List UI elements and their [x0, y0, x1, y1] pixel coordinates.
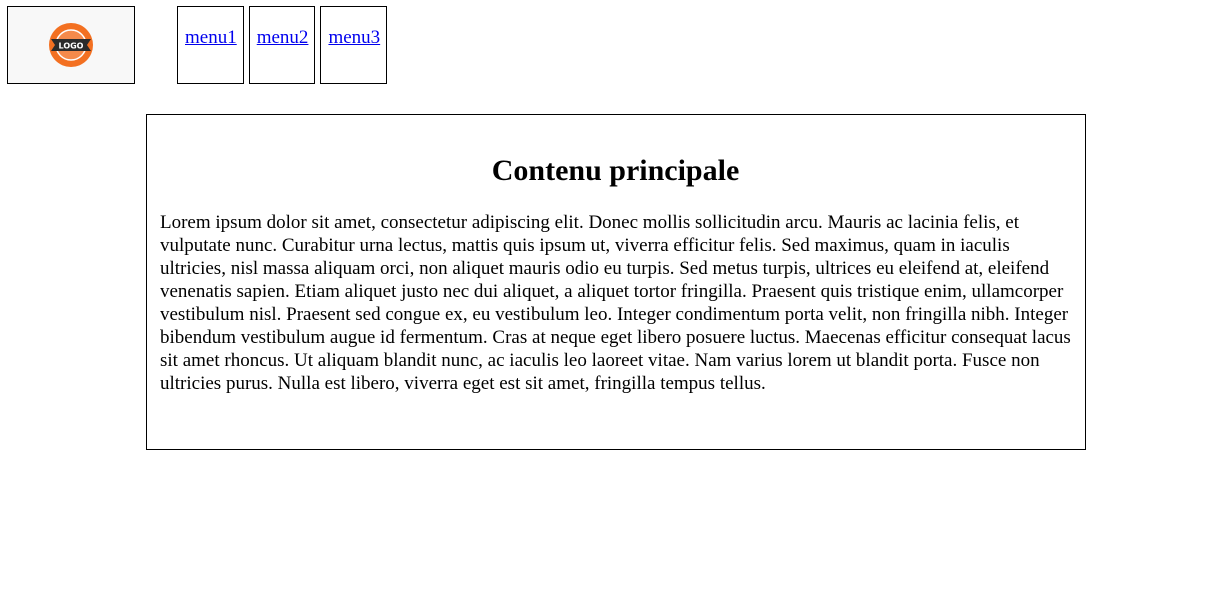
body-paragraph: Lorem ipsum dolor sit amet, consectetur …: [160, 212, 1071, 394]
logo-text: LOGO: [59, 42, 84, 51]
main-content: Contenu principale Lorem ipsum dolor sit…: [146, 114, 1086, 450]
menu1-link[interactable]: menu1: [185, 27, 237, 48]
menu2-link[interactable]: menu2: [257, 27, 309, 48]
main-menu: menu1 menu2 menu3: [177, 6, 388, 84]
menu-item-2: menu2: [248, 6, 316, 84]
page-title: Contenu principale: [491, 154, 740, 187]
header: LOGO menu1 menu2 menu3: [0, 0, 1228, 110]
logo[interactable]: LOGO: [7, 6, 135, 84]
menu3-link[interactable]: menu3: [328, 27, 380, 48]
menu-item-3: menu3: [320, 6, 388, 84]
menu-item-1: menu1: [177, 6, 244, 84]
logo-badge-icon: LOGO: [49, 23, 93, 67]
